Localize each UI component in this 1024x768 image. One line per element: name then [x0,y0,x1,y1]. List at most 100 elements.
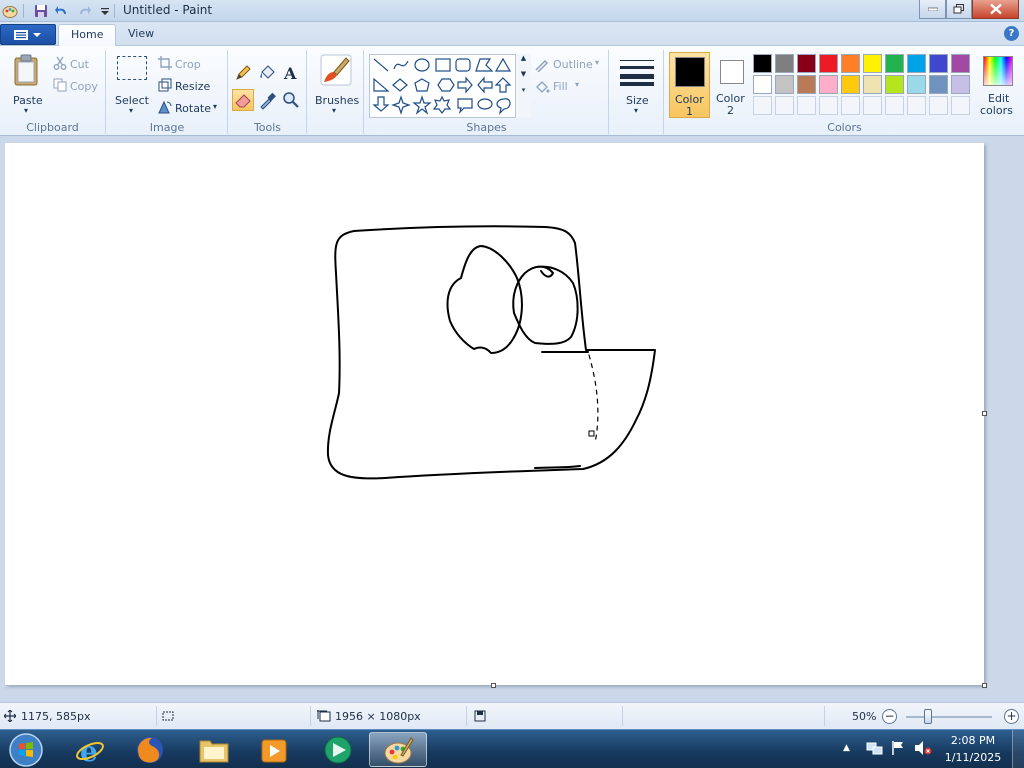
taskbar-paint[interactable] [369,732,427,767]
canvas-resize-handle-bottom[interactable] [491,683,496,688]
taskbar-firefox[interactable] [122,732,178,767]
taskbar-file-explorer[interactable] [186,732,242,767]
palette-color-swatch[interactable] [951,75,970,94]
shapes-gallery[interactable] [369,54,531,118]
scroll-up-icon[interactable]: ▲ [516,54,531,62]
tab-home[interactable]: Home [58,24,117,46]
volume-muted-icon[interactable] [914,740,932,756]
palette-color-swatch[interactable] [951,54,970,73]
brushes-button[interactable]: Brushes ▾ [312,52,360,132]
palette-custom-slot[interactable] [863,96,882,115]
left-eye-stroke [446,245,523,354]
palette-custom-slot[interactable] [775,96,794,115]
canvas-work-area[interactable] [0,136,1024,702]
color-picker-tool[interactable] [256,89,278,111]
magnifier-tool[interactable] [280,89,302,111]
minimize-button[interactable] [919,0,946,19]
fill-button[interactable]: Fill [553,80,568,93]
taskbar-media-center[interactable] [310,732,366,767]
paint-menu-button[interactable] [0,24,56,45]
start-button[interactable] [4,732,48,768]
text-tool[interactable]: A [280,62,302,84]
redo-icon[interactable] [76,3,92,19]
outline-dropdown-icon[interactable]: ▾ [595,58,599,67]
show-hidden-icons-icon[interactable]: ▲ [843,743,850,753]
palette-color-swatch[interactable] [775,54,794,73]
resize-button[interactable]: Resize [175,80,210,93]
select-dropdown-icon[interactable]: ▾ [129,106,133,115]
color1-button[interactable]: Color 1 [669,52,710,118]
outline-button[interactable]: Outline [553,58,593,71]
cut-button[interactable]: Cut [70,58,89,71]
canvas-resize-handle-corner[interactable] [982,683,987,688]
palette-custom-slot[interactable] [907,96,926,115]
drawing-canvas[interactable] [5,143,984,685]
brushes-dropdown-icon[interactable]: ▾ [332,106,336,115]
palette-color-swatch[interactable] [929,54,948,73]
maximize-button[interactable] [946,0,972,19]
size-button[interactable]: Size ▾ [614,52,660,118]
network-icon[interactable] [866,741,884,757]
size-dropdown-icon[interactable]: ▾ [634,106,638,115]
canvas-resize-handle-right[interactable] [982,411,987,416]
paste-button[interactable]: Paste ▾ [6,52,48,115]
color2-button[interactable]: Color 2 [712,52,752,118]
paint-app-icon[interactable] [2,3,18,19]
shapes-gallery-scroll[interactable]: ▲ ▼ ▾ [515,54,531,118]
palette-custom-slot[interactable] [753,96,772,115]
copy-button[interactable]: Copy [70,80,98,93]
fill-dropdown-icon[interactable]: ▾ [575,80,579,89]
undo-icon[interactable] [54,3,70,19]
eraser-tool[interactable] [232,89,254,111]
palette-color-swatch[interactable] [863,75,882,94]
crop-button[interactable]: Crop [175,58,201,71]
gallery-expand-icon[interactable]: ▾ [516,86,531,94]
customize-toolbar-icon[interactable] [97,3,113,19]
zoom-in-button[interactable]: + [1004,709,1019,724]
palette-color-swatch[interactable] [907,75,926,94]
palette-color-swatch[interactable] [929,75,948,94]
scroll-down-icon[interactable]: ▼ [516,70,531,78]
pencil-tool[interactable] [232,62,254,84]
paste-dropdown-icon[interactable]: ▾ [24,106,28,115]
zoom-slider-track[interactable] [906,716,992,718]
select-button[interactable]: Select ▾ [111,52,153,115]
palette-custom-slot[interactable] [797,96,816,115]
palette-custom-slot[interactable] [929,96,948,115]
ribbon: Paste ▾ Cut Copy Clipboard Select ▾ Crop… [0,46,1024,136]
taskbar-media-player[interactable] [246,732,302,767]
palette-color-swatch[interactable] [797,75,816,94]
close-button[interactable] [972,0,1019,19]
palette-custom-slot[interactable] [885,96,904,115]
rotate-button[interactable]: Rotate [175,102,211,115]
fill-tool[interactable] [256,62,278,84]
palette-custom-slot[interactable] [819,96,838,115]
palette-custom-slot[interactable] [841,96,860,115]
palette-custom-slot[interactable] [951,96,970,115]
palette-color-swatch[interactable] [775,75,794,94]
palette-color-swatch[interactable] [753,75,772,94]
tab-view[interactable]: View [116,24,166,46]
zoom-slider-thumb[interactable] [924,709,932,724]
action-center-flag-icon[interactable] [890,740,906,756]
palette-color-swatch[interactable] [907,54,926,73]
media-center-icon [324,736,352,764]
palette-color-swatch[interactable] [819,75,838,94]
palette-color-swatch[interactable] [797,54,816,73]
palette-color-swatch[interactable] [841,75,860,94]
clock-time[interactable]: 2:08 PM [940,734,1006,747]
zoom-out-button[interactable]: − [882,709,897,724]
rotate-dropdown-icon[interactable]: ▾ [213,102,217,111]
palette-color-swatch[interactable] [863,54,882,73]
palette-color-swatch[interactable] [885,54,904,73]
palette-color-swatch[interactable] [885,75,904,94]
clock-date[interactable]: 1/11/2025 [940,751,1006,764]
palette-color-swatch[interactable] [819,54,838,73]
palette-color-swatch[interactable] [841,54,860,73]
show-desktop-button[interactable] [1012,730,1024,768]
edit-colors-button[interactable]: Edit colors [977,52,1021,118]
taskbar-internet-explorer[interactable]: e [62,732,118,767]
help-icon[interactable]: ? [1004,26,1019,41]
save-icon[interactable] [33,3,49,19]
palette-color-swatch[interactable] [753,54,772,73]
